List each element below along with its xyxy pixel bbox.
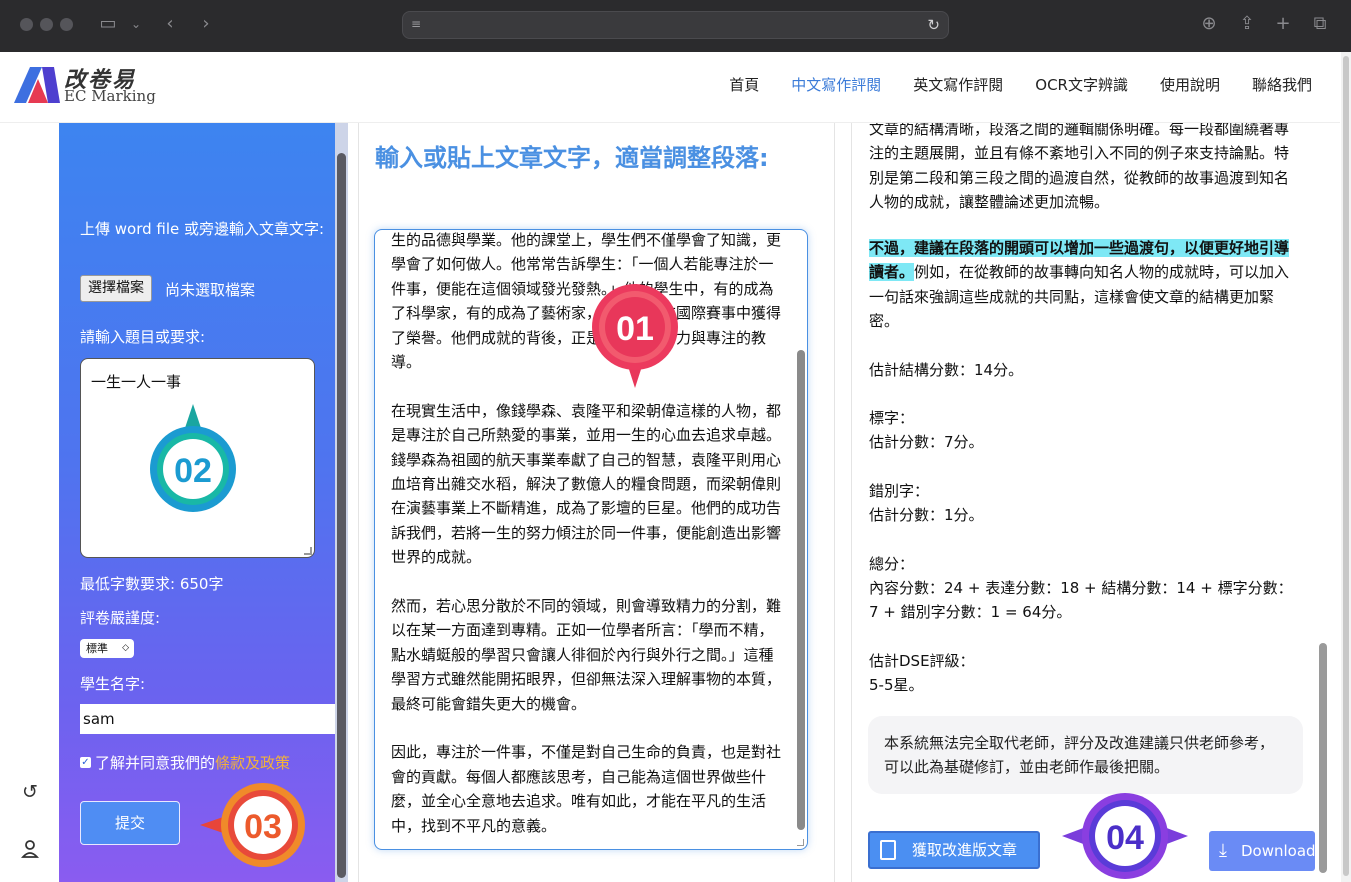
download-arrow-icon: ⤓ [1219,840,1227,861]
step-02-badge: 02 [150,404,236,512]
feedback-scrollbar[interactable] [1316,123,1330,882]
student-name-input[interactable]: sam [80,704,335,734]
close-window-dot[interactable] [20,18,33,31]
left-rail: ↺ [0,123,59,882]
page-icon: ≡ [411,17,422,31]
sidebar-scrollbar[interactable] [335,123,348,882]
essay-panel: 輸入或貼上文章文字，適當調整段落: 生的品德與學業。他的課堂上，學生們不僅學會了… [358,123,835,882]
chevron-down-icon[interactable]: ⌄ [126,14,146,34]
forward-arrow-icon[interactable]: › [196,14,216,34]
choose-file-button[interactable]: 選擇檔案 [80,275,152,302]
minimize-window-dot[interactable] [40,18,53,31]
essay-text: 生的品德與學業。他的課堂上，學生們不僅學會了知識，更學會了如何做人。他常常告訴學… [391,230,782,849]
nav-chinese-writing[interactable]: 中文寫作評閱 [791,74,881,95]
download-icon[interactable]: ⊕ [1199,14,1219,34]
logo-icon [14,67,60,103]
structure-score: 估計結構分數：14分。 [869,361,1024,379]
nav-home[interactable]: 首頁 [729,74,759,95]
zoom-window-dot[interactable] [60,18,73,31]
agree-prefix: 了解并同意我們的 [95,754,216,772]
reload-icon[interactable]: ↻ [927,16,940,34]
agree-text: 了解并同意我們的條款及政策 [95,752,290,773]
min-words-text: 最低字數要求: 650字 [80,575,224,593]
upload-label: 上傳 word file 或旁邊輸入文章文字: [80,220,325,238]
step-03-badge: 03 [200,783,305,867]
nav-ocr[interactable]: OCR文字辨識 [1035,74,1128,95]
badge-03-text: 03 [244,808,282,846]
essay-paragraph: 生的品德與學業。他的課堂上，學生們不僅學會了知識，更學會了如何做人。他常常告訴學… [391,231,782,372]
browser-toolbar: ▭ ⌄ ‹ › ≡ ↻ ⊕ ⇪ + ⧉ [0,0,1351,52]
dse-label: 估計DSE評級： [869,652,975,670]
file-status-text: 尚未選取檔案 [165,281,256,299]
address-bar[interactable]: ≡ ↻ [402,11,949,39]
document-icon [880,840,896,860]
total-label: 總分： [869,555,915,573]
agree-checkbox[interactable]: ✓ [80,757,91,768]
student-name-label: 學生名字: [80,675,146,693]
download-button[interactable]: ⤓ Download [1209,831,1316,871]
submit-button[interactable]: 提交 [80,801,180,845]
share-icon[interactable]: ⇪ [1237,14,1257,34]
topic-label: 請輸入題目或要求: [80,328,206,346]
improve-button-label: 獲取改進版文章 [912,841,1018,859]
topic-value: 一生一人一事 [91,373,182,391]
typo-label: 錯別字： [869,482,930,500]
user-icon[interactable] [19,839,41,861]
site-header: 改卷易 EC Marking 首頁 中文寫作評閱 英文寫作評閱 OCR文字辨識 … [0,52,1340,123]
sidebar-toggle-icon[interactable]: ▭ [98,14,118,34]
badge-04-text: 04 [1106,819,1144,857]
nav-english-writing[interactable]: 英文寫作評閱 [913,74,1003,95]
strictness-value: 標準 [86,642,108,655]
tabs-overview-icon[interactable]: ⧉ [1310,14,1330,34]
step-01-badge: 01 [592,284,678,388]
history-icon[interactable]: ↺ [19,781,41,803]
dse-value: 5-5星。 [869,676,924,694]
strictness-select[interactable]: 標準 ◇ [80,639,134,658]
total-value: 內容分數：24 + 表達分數：18 + 結構分數：14 + 標字分數：7 + 錯… [869,579,1293,622]
strictness-label: 評卷嚴謹度: [80,609,161,627]
nav-instructions[interactable]: 使用說明 [1160,74,1220,95]
student-name-value: sam [83,710,115,728]
char-label: 標字： [869,409,915,427]
disclaimer-box: 本系統無法完全取代老師，評分及改進建議只供老師參考，可以此為基礎修訂，並由老師作… [868,716,1303,794]
feedback-suggestion: 不過，建議在段落的開頭可以增加一些過渡句，以便更好地引導讀者。例如，在從教師的故… [869,236,1299,334]
back-arrow-icon[interactable]: ‹ [160,14,180,34]
step-04-badge: 04 [1062,793,1188,879]
logo-english-text: EC Marking [64,87,156,105]
badge-02-text: 02 [174,452,212,490]
essay-paragraph: 因此，專注於一件事，不僅是對自己生命的負責，也是對社會的貢獻。每個人都應該思考，… [391,743,782,835]
typo-score: 估計分數：1分。 [869,506,984,524]
new-tab-icon[interactable]: + [1273,14,1293,34]
resize-handle[interactable] [797,839,804,846]
feedback-panel: 文章的結構清晰，段落之間的邏輯關係明確。每一段都圍繞著專注的主題展開，並且有條不… [851,123,1331,882]
download-button-label: Download [1241,842,1316,860]
terms-link[interactable]: 條款及政策 [215,754,290,772]
char-score: 估計分數：7分。 [869,433,984,451]
nav-contact[interactable]: 聯絡我們 [1252,74,1312,95]
select-arrows-icon: ◇ [122,643,129,653]
feedback-structure-text: 文章的結構清晰，段落之間的邏輯關係明確。每一段都圍繞著專注的主題展開，並且有條不… [869,123,1290,212]
badge-01-text: 01 [616,310,654,348]
resize-handle[interactable] [304,547,312,555]
essay-scrollbar[interactable] [797,350,805,830]
suggestion-rest: 例如，在從教師的故事轉向知名人物的成就時，可以加入一句話來強調這些成就的共同點，… [869,263,1290,331]
essay-paragraph: 然而，若心思分散於不同的領域，則會導致精力的分割，難以在某一方面達到專精。正如一… [391,597,782,713]
page-scrollbar[interactable] [1341,52,1351,882]
essay-title: 輸入或貼上文章文字，適當調整段落: [375,144,769,172]
main-nav: 首頁 中文寫作評閱 英文寫作評閱 OCR文字辨識 使用說明 聯絡我們 [697,74,1312,95]
get-improved-essay-button[interactable]: 獲取改進版文章 [868,831,1040,869]
essay-paragraph: 在現實生活中，像錢學森、袁隆平和梁朝偉這樣的人物，都是專注於自己所熱愛的事業，並… [391,401,782,567]
